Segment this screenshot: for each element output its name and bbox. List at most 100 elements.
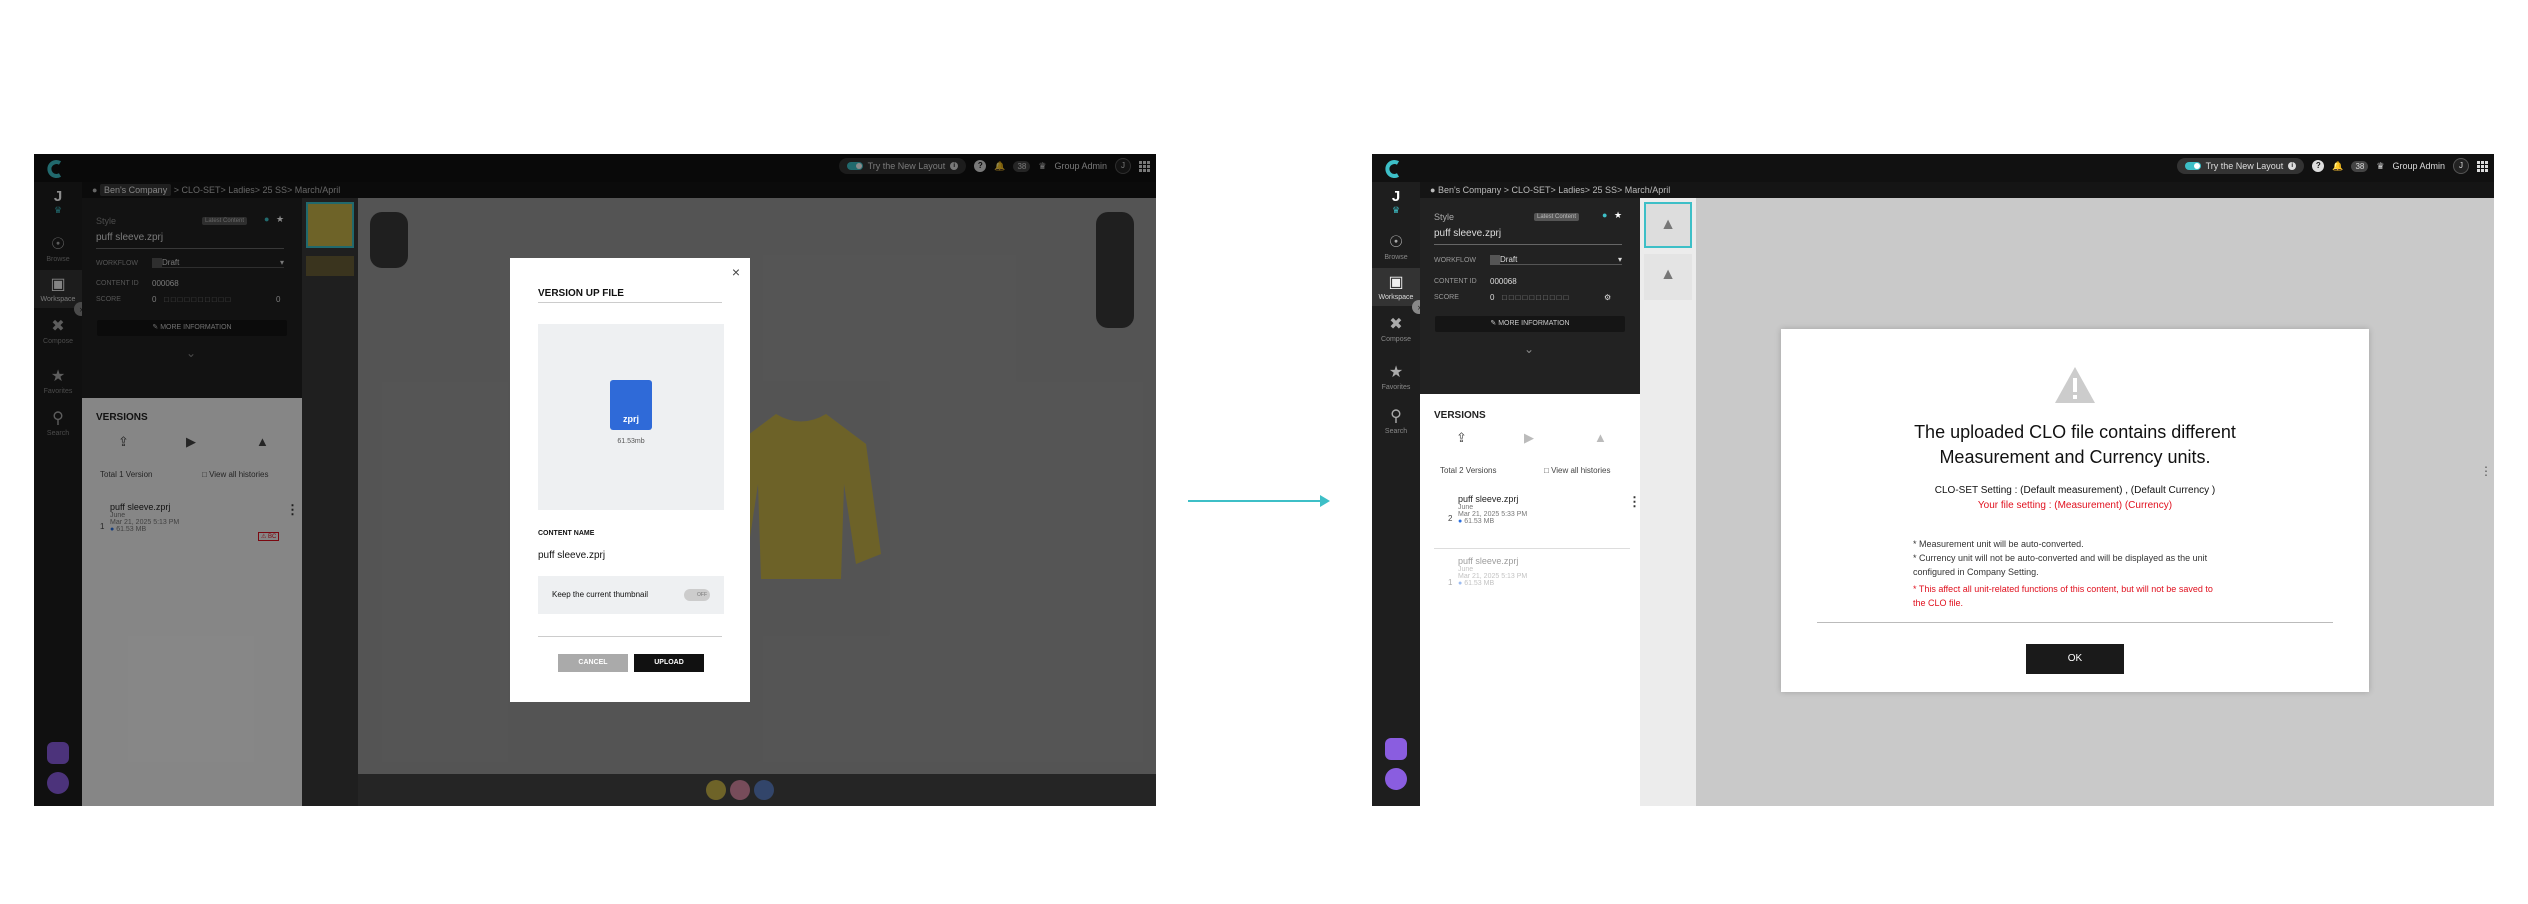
cancel-button[interactable]: CANCEL	[558, 654, 628, 672]
content-name-label: CONTENT NAME	[538, 530, 595, 537]
version-number: 1	[1448, 578, 1453, 587]
version-row[interactable]: puff sleeve.zprj June Mar 21, 2025 5:13 …	[1458, 556, 1628, 587]
shield-icon: ●	[1458, 580, 1463, 587]
note-currency-1: * Currency unit will not be auto-convert…	[1913, 553, 2208, 563]
score-label: SCORE	[1434, 294, 1459, 301]
info-icon: i	[2288, 162, 2297, 170]
content-id: 000068	[1490, 277, 1517, 286]
shield-icon: ●	[1458, 518, 1463, 525]
versions-panel: VERSIONS ⇪ ▶ ▲ Total 2 Versions □ View a…	[1420, 394, 1641, 806]
rail-search[interactable]: ⚲ Search	[1372, 402, 1420, 436]
placeholder-garment-icon[interactable]: ▲	[1644, 254, 1692, 300]
keep-thumbnail-toggle[interactable]: OFF	[684, 589, 710, 601]
version-name: puff sleeve.zprj	[1458, 494, 1519, 504]
workflow-label: WORKFLOW	[1434, 257, 1476, 264]
placeholder-garment-icon[interactable]: ▲	[1644, 202, 1692, 248]
toggle-icon	[2184, 162, 2201, 170]
thumbnail-strip: ▲ ▲	[1640, 198, 1696, 806]
avatar[interactable]: J	[2453, 158, 2469, 174]
file-size: 61.53mb	[617, 438, 645, 445]
star-icon: ★	[1388, 364, 1404, 381]
assistant-button[interactable]	[1385, 738, 1407, 760]
version-row[interactable]: puff sleeve.zprj June Mar 21, 2025 5:33 …	[1458, 494, 1628, 525]
score-value: 0	[1490, 293, 1495, 302]
unit-mismatch-dialog: The uploaded CLO file contains different…	[1781, 329, 2369, 692]
draft-icon	[1490, 255, 1500, 264]
content-name-input[interactable]: puff sleeve.zprj	[538, 550, 605, 561]
workspace-icon: ▣	[1388, 274, 1404, 291]
crown-icon: ♛	[2376, 160, 2385, 171]
divider	[1434, 548, 1630, 549]
pin-icon[interactable]: ●	[1602, 210, 1607, 220]
clo-set-setting: CLO-SET Setting : (Default measurement) …	[1934, 485, 2216, 496]
rail-favorites[interactable]: ★ Favorites	[1372, 358, 1420, 392]
version-size: ● 61.53 MB	[1458, 518, 1495, 525]
chat-button[interactable]	[1385, 768, 1407, 790]
ok-button[interactable]: OK	[2026, 644, 2124, 674]
version-owner: June	[1458, 566, 1474, 573]
version-name: puff sleeve.zprj	[1458, 556, 1519, 566]
file-setting: Your file setting : (Measurement) (Curre…	[1977, 500, 2173, 511]
version-number: 2	[1448, 514, 1453, 523]
bell-icon[interactable]: 🔔	[2332, 161, 2343, 172]
rail-browse[interactable]: ☉ Browse	[1372, 228, 1420, 264]
keep-thumbnail-label: Keep the current thumbnail	[552, 590, 649, 599]
star-icon[interactable]: ★	[1614, 210, 1622, 221]
keep-thumbnail-row: Keep the current thumbnail OFF	[538, 576, 724, 614]
warning-text-2: the CLO file.	[1913, 598, 1964, 608]
breadcrumb: ● Ben's Company > CLO-SET> Ladies> 25 SS…	[1420, 182, 2494, 198]
chevron-down-icon[interactable]: ⌄	[1524, 342, 1534, 356]
warning-text-1: * This affect all unit-related functions…	[1913, 584, 2213, 594]
more-options-icon[interactable]: ⋮	[2480, 464, 2492, 478]
apps-grid-icon[interactable]	[2477, 160, 2488, 172]
status-badge: Latest Content	[1534, 213, 1580, 221]
note-currency-2: configured in Company Setting.	[1913, 567, 2039, 577]
file-preview: zprj 61.53mb	[538, 324, 724, 510]
version-date: Mar 21, 2025 5:13 PM	[1458, 573, 1528, 580]
note-measurement: * Measurement unit will be auto-converte…	[1913, 539, 2084, 549]
video-icon: ▶	[1524, 430, 1534, 445]
screen-after: Try the New Layout i ? 🔔 38 ♛ Group Admin…	[1372, 154, 2494, 806]
group-admin-menu[interactable]: Group Admin	[2392, 161, 2445, 171]
version-date: Mar 21, 2025 5:33 PM	[1458, 511, 1528, 518]
version-size: ● 61.53 MB	[1458, 580, 1495, 587]
upload-button[interactable]: UPLOAD	[634, 654, 704, 672]
more-information-button[interactable]: ✎ MORE INFORMATION	[1435, 316, 1625, 332]
screen-before: Try the New Layout i ? 🔔 38 ♛ Group Admin…	[34, 154, 1156, 806]
version-up-modal: × VERSION UP FILE zprj 61.53mb CONTENT N…	[510, 258, 750, 702]
help-icon[interactable]: ?	[2312, 160, 2325, 172]
version-owner: June	[1458, 504, 1474, 511]
breadcrumb-path[interactable]: > CLO-SET> Ladies> 25 SS> March/April	[1504, 185, 1671, 195]
compass-icon: ☉	[1388, 234, 1404, 251]
gear-icon[interactable]: ⚙	[1604, 293, 1611, 302]
rail-user[interactable]: J ♛	[1372, 188, 1420, 222]
zprj-file-icon: zprj	[610, 380, 652, 430]
rail-workspace[interactable]: ▣ Workspace	[1372, 268, 1420, 306]
divider	[538, 636, 722, 637]
close-icon[interactable]: ×	[732, 264, 740, 280]
content-panel: Style Latest Content ● ★ puff sleeve.zpr…	[1420, 198, 1640, 394]
versions-title: VERSIONS	[1434, 410, 1486, 421]
top-bar: Try the New Layout i ? 🔔 38 ♛ Group Admin…	[1372, 154, 2494, 182]
try-layout-toggle[interactable]: Try the New Layout i	[2176, 158, 2305, 174]
search-icon: ⚲	[1390, 408, 1402, 425]
dialog-title-2: Measurement and Currency units.	[1939, 447, 2211, 467]
transition-arrow	[1188, 495, 1330, 507]
breadcrumb-company[interactable]: Ben's Company	[1438, 185, 1501, 195]
shirt-icon: ▲	[1594, 430, 1607, 445]
view-all-histories[interactable]: □ View all histories	[1544, 466, 1611, 475]
notification-count: 38	[2351, 160, 2369, 172]
nav-rail: J ♛ ☉ Browse ▣ Workspace ✖ Compose ★ Favorite…	[1372, 182, 1426, 806]
divider	[1434, 244, 1622, 245]
upload-icon[interactable]: ⇪	[1456, 430, 1467, 446]
divider	[538, 302, 722, 303]
workflow-select[interactable]: Draft ▾	[1490, 255, 1622, 265]
pin-icon: ●	[1430, 185, 1438, 195]
modal-title: VERSION UP FILE	[538, 288, 624, 299]
total-versions: Total 2 Versions	[1440, 466, 1497, 475]
divider	[1817, 622, 2333, 623]
warning-icon	[2055, 367, 2095, 403]
content-id-label: CONTENT ID	[1434, 278, 1477, 285]
rail-compose[interactable]: ✖ Compose	[1372, 310, 1420, 346]
content-name: puff sleeve.zprj	[1434, 228, 1502, 239]
